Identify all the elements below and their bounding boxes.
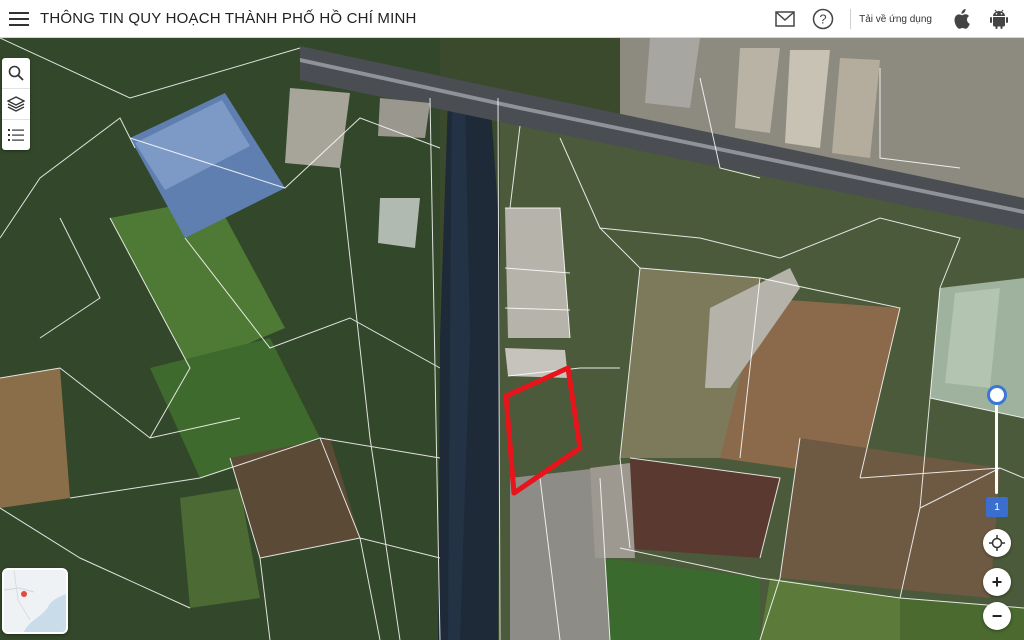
- layers-icon[interactable]: [2, 89, 30, 120]
- header-divider: [850, 9, 852, 29]
- zoom-level-badge: 1: [986, 497, 1008, 517]
- list-icon[interactable]: [2, 120, 30, 150]
- zoom-in-button[interactable]: +: [983, 568, 1011, 596]
- mail-icon[interactable]: [772, 6, 798, 32]
- hamburger-menu-icon[interactable]: [2, 0, 36, 38]
- apple-icon[interactable]: [948, 6, 974, 32]
- zoom-out-button[interactable]: −: [983, 602, 1011, 630]
- search-icon[interactable]: [2, 58, 30, 89]
- android-icon[interactable]: [986, 6, 1012, 32]
- map-toolbar: [2, 58, 30, 150]
- zoom-slider-track[interactable]: [995, 394, 998, 494]
- zoom-slider-handle[interactable]: [987, 385, 1007, 405]
- page-title: THÔNG TIN QUY HOẠCH THÀNH PHỐ HỒ CHÍ MIN…: [40, 10, 417, 27]
- download-app-label: Tải về ứng dụng: [859, 13, 932, 25]
- question-circle-icon[interactable]: ?: [810, 6, 836, 32]
- overview-minimap[interactable]: [2, 568, 68, 634]
- svg-text:?: ?: [820, 12, 827, 27]
- satellite-map[interactable]: 1 + −: [0, 38, 1024, 640]
- crosshair-icon[interactable]: [983, 529, 1011, 557]
- app-header: THÔNG TIN QUY HOẠCH THÀNH PHỐ HỒ CHÍ MIN…: [0, 0, 1024, 38]
